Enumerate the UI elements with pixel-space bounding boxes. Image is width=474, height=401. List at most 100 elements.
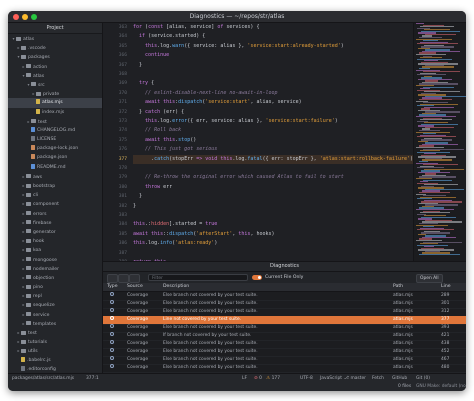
status-github[interactable]: GitHub: [392, 375, 407, 383]
code-line[interactable]: [133, 70, 413, 79]
diagnostics-filter-input[interactable]: Filter: [148, 274, 248, 281]
tree-item-label: koa: [33, 248, 42, 254]
tree-item[interactable]: ▸ errors: [8, 209, 102, 218]
status-encoding[interactable]: UTF-8: [300, 375, 313, 383]
tree-item[interactable]: .babelrc.js: [8, 356, 102, 365]
column-path[interactable]: Path: [393, 283, 403, 291]
code-line[interactable]: // This just got serious: [133, 145, 413, 154]
code-line[interactable]: .catch(stopErr => void this.log.fatal({ …: [133, 154, 413, 164]
code-line[interactable]: this.log.error({ err, service: alias }, …: [133, 117, 413, 126]
status-fetch[interactable]: Fetch: [372, 375, 384, 383]
tree-item[interactable]: ▸ service: [8, 310, 102, 319]
diagnostic-row[interactable]: Coverage Else branch not covered by your …: [103, 364, 466, 373]
code-line[interactable]: try {: [133, 79, 413, 88]
info-filter-button[interactable]: [129, 274, 140, 283]
error-filter-button[interactable]: [107, 274, 118, 283]
tree-item[interactable]: ▾ packages: [8, 52, 102, 61]
code-line[interactable]: await this.stop(): [133, 136, 413, 145]
tree-item[interactable]: ▸ tutorials: [8, 337, 102, 346]
code-line[interactable]: throw err: [133, 183, 413, 192]
folder-icon: [16, 36, 21, 41]
tree-item[interactable]: index.mjs: [8, 108, 102, 117]
column-description[interactable]: Description: [163, 283, 189, 291]
code-line[interactable]: // Re-throw the original error which cau…: [133, 173, 413, 182]
tree-item-label: bootstrap: [33, 184, 56, 189]
code-line[interactable]: this.log.warn({ service: alias }, 'servi…: [133, 42, 413, 51]
tree-item[interactable]: ▸ utils: [8, 346, 102, 355]
tree-item[interactable]: ▸ templates: [8, 319, 102, 328]
warning-filter-button[interactable]: [118, 274, 129, 283]
code-line[interactable]: await this:dispatch('service:start', ali…: [133, 98, 413, 107]
tree-item[interactable]: ▸ private: [8, 89, 102, 98]
tree-item[interactable]: ▾ atlas: [8, 34, 102, 43]
status-cursor-position[interactable]: 377:1: [86, 375, 99, 383]
tree-item[interactable]: LICENSE: [8, 135, 102, 144]
code-line[interactable]: } catch (err) {: [133, 108, 413, 117]
code-line[interactable]: // Roll back: [133, 126, 413, 135]
code-line[interactable]: [133, 249, 413, 258]
status-problems-count[interactable]: ⊘ 0 ⚠ 177: [254, 375, 280, 383]
tree-item[interactable]: ▸ pino: [8, 282, 102, 291]
tree-item[interactable]: package-lock.json: [8, 144, 102, 153]
tree-item[interactable]: ▸ action: [8, 62, 102, 71]
column-type[interactable]: Type: [107, 283, 118, 291]
diagnostic-line: 421: [441, 333, 450, 338]
tree-item[interactable]: ▸ test: [8, 117, 102, 126]
tree-item[interactable]: ▸ mongoose: [8, 255, 102, 264]
tree-item[interactable]: ▸ hook: [8, 236, 102, 245]
code-token: this: [145, 118, 158, 124]
tree-item[interactable]: ▸ firebase: [8, 218, 102, 227]
code-line[interactable]: }: [133, 202, 413, 211]
code-line[interactable]: [133, 211, 413, 220]
tree-item[interactable]: ▸ .vscode: [8, 43, 102, 52]
code-token: stop: [178, 136, 191, 143]
diagnostic-path: atlas.mjs: [393, 341, 413, 346]
tree-item[interactable]: ▸ component: [8, 199, 102, 208]
open-all-button[interactable]: Open All: [416, 274, 443, 283]
code-line[interactable]: // eslint-disable-next-line no-await-in-…: [133, 89, 413, 98]
tree-item[interactable]: ▸ aws: [8, 172, 102, 181]
column-line[interactable]: Line: [441, 283, 451, 291]
status-grammar[interactable]: JavaScript: [320, 375, 342, 383]
code-line[interactable]: }: [133, 192, 413, 201]
tree-item[interactable]: ▾ atlas: [8, 71, 102, 80]
tree-item[interactable]: atlas.mjs: [8, 98, 102, 108]
status-git[interactable]: Git (0): [416, 375, 430, 383]
code-line[interactable]: await this::dispatch('afterStart', this,…: [133, 230, 413, 239]
tree-item[interactable]: ▸ bootstrap: [8, 181, 102, 190]
tree-item[interactable]: ▸ objection: [8, 273, 102, 282]
tree-item[interactable]: README.md: [8, 163, 102, 172]
tree-item[interactable]: ▸ cli: [8, 190, 102, 199]
folder-icon: [26, 266, 31, 271]
status-file-path[interactable]: packages/atlas/src/atlas.mjs: [12, 375, 74, 383]
tree-item[interactable]: ▸ sequelize: [8, 300, 102, 309]
code-token: .log.: [145, 240, 161, 247]
tree-item[interactable]: ▸ koa: [8, 245, 102, 254]
column-source[interactable]: Source: [127, 283, 143, 291]
minimap[interactable]: [413, 23, 466, 261]
code-editor[interactable]: 363 364 365 366 367 368 369 370 371 372 373 374 375 3…: [103, 23, 413, 261]
status-files-count[interactable]: 0 files: [398, 383, 411, 391]
code-line[interactable]: this.:hidden].started = true: [133, 220, 413, 229]
folder-icon: [26, 321, 31, 326]
tree-item[interactable]: ▸ nodemailer: [8, 264, 102, 273]
code-line[interactable]: for (const [alias, service] of services)…: [133, 23, 413, 32]
code-line[interactable]: if (service.started) {: [133, 32, 413, 41]
code-line[interactable]: this.log.info('atlas:ready'): [133, 239, 413, 248]
status-branch[interactable]: ⎇ master: [344, 375, 366, 383]
tree-item[interactable]: .editorconfig: [8, 365, 102, 373]
tree-item[interactable]: package.json: [8, 153, 102, 162]
status-line-ending[interactable]: LF: [242, 375, 247, 383]
tree-item[interactable]: ▾ src: [8, 80, 102, 89]
code-line[interactable]: [133, 164, 413, 173]
tree-item[interactable]: CHANGELOG.md: [8, 126, 102, 135]
code-line[interactable]: }: [133, 61, 413, 70]
code-line[interactable]: continue: [133, 51, 413, 60]
status-make[interactable]: GNU Make: default (no target): [416, 383, 466, 391]
diagnostics-toolbar: Filter Current File Only Open All: [103, 272, 466, 283]
tree-item[interactable]: ▸ test: [8, 328, 102, 337]
tree-item[interactable]: ▸ generator: [8, 227, 102, 236]
code-area[interactable]: for (const [alias, service] of services)…: [133, 23, 413, 261]
tree-item[interactable]: ▸ repl: [8, 291, 102, 300]
current-file-only-toggle[interactable]: [252, 275, 262, 280]
